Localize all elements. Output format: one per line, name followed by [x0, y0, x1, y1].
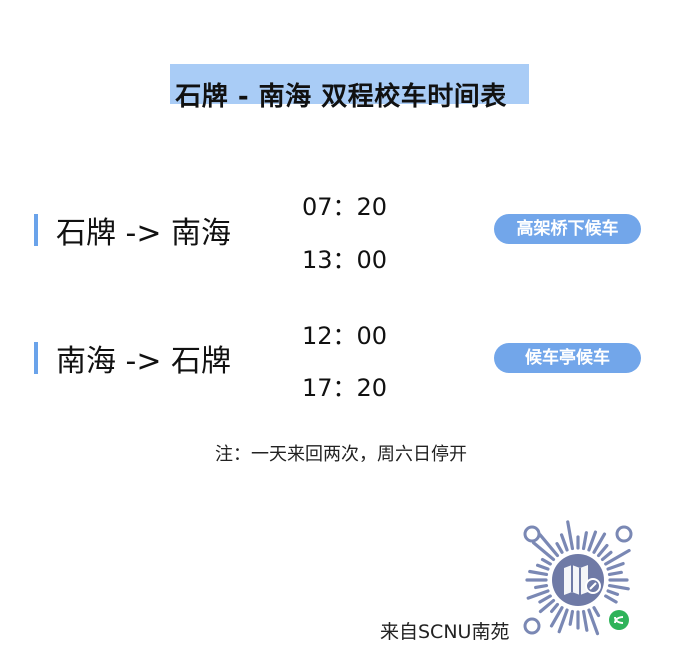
qr-ray	[540, 557, 552, 566]
qr-anchor	[523, 525, 541, 543]
qr-ray	[587, 530, 598, 552]
qr-ray	[550, 602, 560, 614]
qr-ray	[535, 563, 550, 571]
stop-badge: 高架桥下候车	[494, 214, 641, 244]
qr-ray	[568, 609, 575, 626]
qr-ray	[534, 583, 549, 590]
route-name: 石牌 -> 南海	[56, 216, 232, 251]
departure-time: 12：00	[302, 322, 388, 350]
source-credit: 来自SCNU南苑	[380, 621, 510, 643]
qr-anchor	[615, 525, 633, 543]
mini-program-code-graphic	[523, 520, 633, 636]
qr-ray	[596, 543, 609, 558]
qr-ray	[604, 594, 618, 604]
qr-ray	[581, 531, 588, 551]
qr-ray	[559, 533, 569, 552]
qr-ray	[607, 570, 623, 577]
departure-time: 07：20	[302, 193, 388, 221]
schedule-note: 注：一天来回两次，周六日停开	[215, 444, 467, 465]
stop-badge: 候车亭候车	[494, 343, 641, 373]
qr-ray	[555, 542, 564, 554]
route-shipai-to-nanhai: 石牌 -> 南海	[34, 210, 232, 251]
route-accent-bar	[34, 342, 38, 374]
qr-anchor	[523, 617, 541, 635]
qr-ray	[606, 561, 625, 571]
map-icon	[564, 565, 588, 595]
route-accent-bar	[34, 214, 38, 246]
route-name: 南海 -> 石牌	[56, 344, 232, 379]
wechat-icon	[609, 610, 629, 630]
qr-ray	[566, 520, 575, 551]
qr-ray	[528, 569, 549, 577]
page-title: 石牌 - 南海 双程校车时间表	[175, 82, 507, 112]
departure-time: 13：00	[302, 246, 388, 274]
route-nanhai-to-shipai: 南海 -> 石牌	[34, 338, 232, 379]
departure-time: 17：20	[302, 374, 388, 402]
qr-ray	[606, 589, 620, 596]
compass-icon	[585, 578, 601, 594]
qr-ray	[581, 609, 589, 632]
qr-ray	[592, 606, 601, 618]
qr-ray	[538, 594, 552, 604]
qr-ray	[607, 583, 630, 591]
mini-program-code-icon[interactable]	[514, 516, 642, 644]
qr-ray	[526, 589, 550, 600]
qr-ray	[600, 550, 613, 562]
